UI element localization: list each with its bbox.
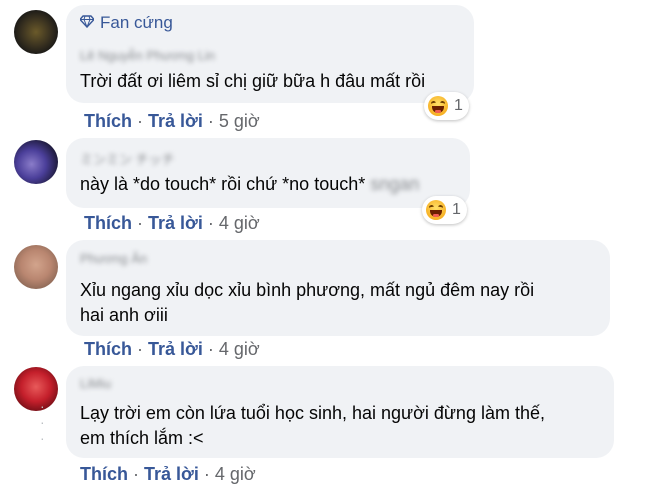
comment-text-line: hai anh ơiii [80,305,168,325]
comment-bubble: LiMiu Lạy trời em còn lứa tuổi học sinh,… [66,366,614,458]
reply-link[interactable]: Trả lời [144,464,199,485]
like-link[interactable]: Thích [84,339,132,360]
thread-line: · · · [40,398,45,446]
comment-actions: Thích · Trả lời · 5 giờ [84,111,260,132]
avatar[interactable] [14,10,58,54]
diamond-icon [79,13,95,33]
comment-time[interactable]: 4 giờ [219,213,260,234]
comment-bubble: Phương Ân Xỉu ngang xỉu dọc xỉu bình phư… [66,240,610,336]
separator-dot: · [207,111,214,131]
reply-link[interactable]: Trả lời [148,339,203,360]
reaction-count: 1 [454,97,463,114]
comment-bubble: ミンミン チッチ này là *do touch* rồi chứ *no t… [66,138,470,208]
reaction-count: 1 [452,201,461,218]
comment-time[interactable]: 4 giờ [215,464,256,485]
separator-dot: · [207,213,214,233]
avatar[interactable] [14,367,58,411]
comment-actions: Thích · Trả lời · 4 giờ [80,464,256,485]
separator-dot: · [203,464,210,484]
comment-actions: Thích · Trả lời · 4 giờ [84,339,260,360]
badge-label: Fan cứng [100,13,173,32]
avatar[interactable] [14,245,58,289]
mention-tag[interactable]: sngan [370,174,419,194]
separator-dot: · [133,464,139,484]
separator-dot: · [207,339,214,359]
comment-text-line: Lạy trời em còn lứa tuổi học sinh, hai n… [80,403,545,423]
separator-dot: · [137,339,143,359]
comment-text: này là *do touch* rồi chứ *no touch* sng… [80,170,419,198]
avatar[interactable] [14,140,58,184]
top-fan-badge: Fan cứng [79,13,173,33]
like-link[interactable]: Thích [84,213,132,234]
like-link[interactable]: Thích [84,111,132,132]
comment-actions: Thích · Trả lời · 4 giờ [84,213,260,234]
separator-dot: · [137,213,143,233]
comment-text-line: này là *do touch* rồi chứ *no touch* [80,174,366,194]
separator-dot: · [137,111,143,131]
haha-reaction-icon [426,200,446,220]
reaction-summary[interactable]: 1 [422,196,467,224]
reply-link[interactable]: Trả lời [148,213,203,234]
comment-text: Trời đất ơi liêm sỉ chị giữ bữa h đâu mấ… [80,71,426,91]
haha-reaction-icon [428,96,448,116]
reaction-summary[interactable]: 1 [424,92,469,120]
comment-time[interactable]: 5 giờ [219,111,260,132]
comment-author[interactable]: Phương Ân [80,251,147,266]
comment-time[interactable]: 4 giờ [219,339,260,360]
like-link[interactable]: Thích [80,464,128,485]
comment-author[interactable]: ミンミン チッチ [80,149,175,168]
reply-link[interactable]: Trả lời [148,111,203,132]
comment-author[interactable]: Lê Nguyễn Phương Lin [80,48,215,63]
comment-text-line: em thích lắm :< [80,428,204,448]
comment-author[interactable]: LiMiu [80,376,111,391]
comment-bubble: Fan cứng Lê Nguyễn Phương Lin Trời đất ơ… [66,5,474,103]
comment-text-line: Xỉu ngang xỉu dọc xỉu bình phương, mất n… [80,280,535,300]
